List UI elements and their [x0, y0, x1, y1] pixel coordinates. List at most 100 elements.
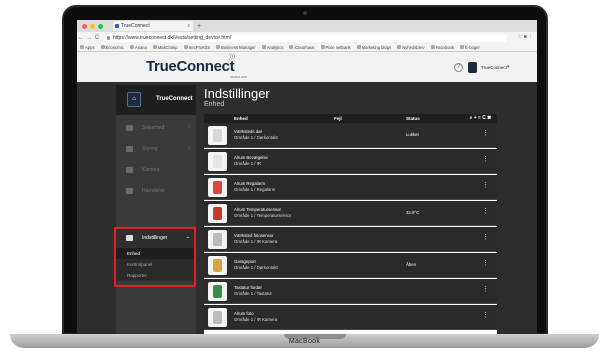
bookmark-icon	[289, 45, 294, 49]
device-name: Alrum Temperatursensor	[234, 207, 281, 212]
table-row[interactable]: Garageport Område 1 / Dørkontakt Åben	[204, 253, 497, 278]
device-name: Garageport	[234, 259, 256, 264]
chevron-right-icon: ›	[188, 145, 190, 151]
door-contact-icon	[213, 129, 222, 142]
close-window-button[interactable]	[82, 23, 87, 29]
bookmark-item[interactable]: MailChimp	[152, 45, 178, 50]
more-options-icon[interactable]	[482, 260, 489, 267]
more-options-icon[interactable]	[482, 182, 489, 189]
browser-extension-icons[interactable]: ☆ ■ ⋮	[518, 34, 533, 40]
more-options-icon[interactable]	[482, 208, 489, 215]
device-thumbnail	[208, 308, 227, 327]
device-name: Værksted fotosensor	[234, 233, 274, 238]
back-button[interactable]: ←	[77, 35, 85, 41]
table-row[interactable]: Værksteds dør Område 1 / Dørkontakt Lukk…	[204, 123, 497, 148]
column-header-device[interactable]: Enhed	[234, 116, 248, 121]
camera-icon	[126, 167, 133, 173]
bookmark-item[interactable]: E-boger	[459, 45, 480, 50]
more-options-icon[interactable]	[482, 234, 489, 241]
browser-tab[interactable]: TrueConnect x	[113, 21, 193, 31]
reload-button[interactable]: C	[93, 35, 101, 41]
chevron-right-icon: ›	[188, 124, 190, 130]
device-location: Område 1 / Tastatur	[234, 291, 272, 296]
device-location: Område 1 / Dørkontakt	[234, 265, 278, 270]
device-location: Område 1 / IR Kamera	[234, 239, 278, 244]
table-header: Enhed Fejl Status ⌕ + ≈ C ✖	[204, 114, 497, 123]
bookmark-item[interactable]: Nyhedsbrev	[397, 45, 425, 50]
page-subtitle: Enhed	[204, 101, 225, 108]
apps-icon	[80, 45, 84, 49]
bookmark-item[interactable]: Facebook	[430, 45, 454, 50]
column-header-status[interactable]: Status	[406, 116, 420, 121]
device-location: Område 1 / Temperatursensor	[234, 213, 292, 218]
device-thumbnail	[208, 204, 227, 223]
shield-icon	[126, 125, 133, 131]
sidebar-item-styring[interactable]: Styring ›	[116, 139, 196, 159]
device-location: Område 1 / IR	[234, 161, 261, 166]
sidebar-header: ⌂ TrueConnect	[116, 85, 196, 115]
bookmark-icon	[356, 45, 361, 49]
window-controls	[82, 23, 103, 29]
device-status: Lukket	[406, 132, 419, 137]
app-window: TrueConnect ))) SMART APP ? TrueConnect …	[77, 52, 537, 335]
minimize-window-button[interactable]	[90, 23, 95, 29]
app-header: TrueConnect ))) SMART APP ? TrueConnect …	[77, 52, 537, 82]
lock-icon	[107, 35, 110, 40]
bookmark-item[interactable]: Business Manager	[216, 45, 256, 50]
device-status: Åben	[406, 262, 417, 267]
sidebar-item-kamera[interactable]: Kamera	[116, 160, 196, 180]
door-contact-icon	[213, 259, 222, 272]
url-input[interactable]: https://www.trueconnect.dk/Vesta/setting…	[105, 33, 507, 42]
device-name: Værksteds dør	[234, 129, 263, 134]
bookmark-item[interactable]: Economic	[100, 45, 124, 50]
bookmark-item[interactable]: Asana	[129, 45, 147, 50]
forward-button[interactable]: →	[85, 35, 93, 41]
chevron-down-icon[interactable]: ▾	[507, 64, 510, 70]
device-location: Område 1 / IR Kamera	[234, 317, 278, 322]
new-tab-button[interactable]: +	[197, 23, 201, 30]
device-thumbnail	[208, 282, 227, 301]
device-thumbnail	[208, 178, 227, 197]
bookmark-icon	[183, 45, 188, 49]
device-name: Alrum foto	[234, 311, 254, 316]
camera-dot	[303, 11, 307, 15]
bookmark-item[interactable]: SecProKitS	[183, 45, 210, 50]
logo-subtitle: SMART APP	[230, 75, 248, 79]
bookmark-item[interactable]: Apps	[80, 45, 95, 50]
device-name: Tastatur fordør	[234, 285, 262, 290]
table-row[interactable]: Alrum Temperatursensor Område 1 / Temper…	[204, 201, 497, 226]
bookmark-item[interactable]: iClearhaus	[289, 45, 315, 50]
table-row[interactable]: Alrum Regalarm Område 1 / Regalarm	[204, 175, 497, 200]
device-thumbnail	[208, 126, 227, 145]
tab-title: TrueConnect	[121, 23, 150, 29]
user-menu-label[interactable]: TrueConnect	[481, 65, 507, 70]
user-avatar-icon[interactable]	[468, 62, 477, 73]
help-icon[interactable]: ?	[454, 63, 463, 72]
bookmark-icon	[129, 45, 134, 49]
tab-close-icon[interactable]: x	[188, 21, 191, 31]
column-header-fault[interactable]: Fejl	[334, 116, 342, 121]
more-options-icon[interactable]	[482, 156, 489, 163]
table-row[interactable]: Værksted fotosensor Område 1 / IR Kamera	[204, 227, 497, 252]
device-status: 22.9°C	[406, 210, 420, 215]
bookmark-item[interactable]: Analytics	[261, 45, 283, 50]
more-options-icon[interactable]	[482, 286, 489, 293]
app-logo[interactable]: TrueConnect	[146, 58, 235, 75]
screen: TrueConnect x + ← → C https://www.trueco…	[77, 20, 537, 335]
more-options-icon[interactable]	[482, 130, 489, 137]
sidebar-item-haendelse[interactable]: Hændelse	[116, 181, 196, 201]
bookmark-icon	[216, 45, 221, 49]
table-row[interactable]: Alrum foto Område 1 / IR Kamera	[204, 305, 497, 330]
more-options-icon[interactable]	[482, 312, 489, 319]
table-row[interactable]: Alrum Bevægelse Område 1 / IR	[204, 149, 497, 174]
maximize-window-button[interactable]	[98, 23, 103, 29]
smoke-alarm-icon	[213, 181, 222, 194]
table-toolbar-icons[interactable]: ⌕ + ≈ C ✖	[470, 115, 491, 121]
home-logo-icon: ⌂	[127, 92, 141, 107]
table-row[interactable]: Tastatur fordør Område 1 / Tastatur	[204, 279, 497, 304]
sidebar-item-sikkerhed[interactable]: Sikkerhed ›	[116, 118, 196, 138]
bookmark-item[interactable]: Pixie netbank	[320, 45, 351, 50]
ir-camera-icon	[213, 311, 222, 324]
sidebar-title: TrueConnect	[156, 96, 193, 102]
bookmark-item[interactable]: Marketing blogs	[356, 45, 391, 50]
